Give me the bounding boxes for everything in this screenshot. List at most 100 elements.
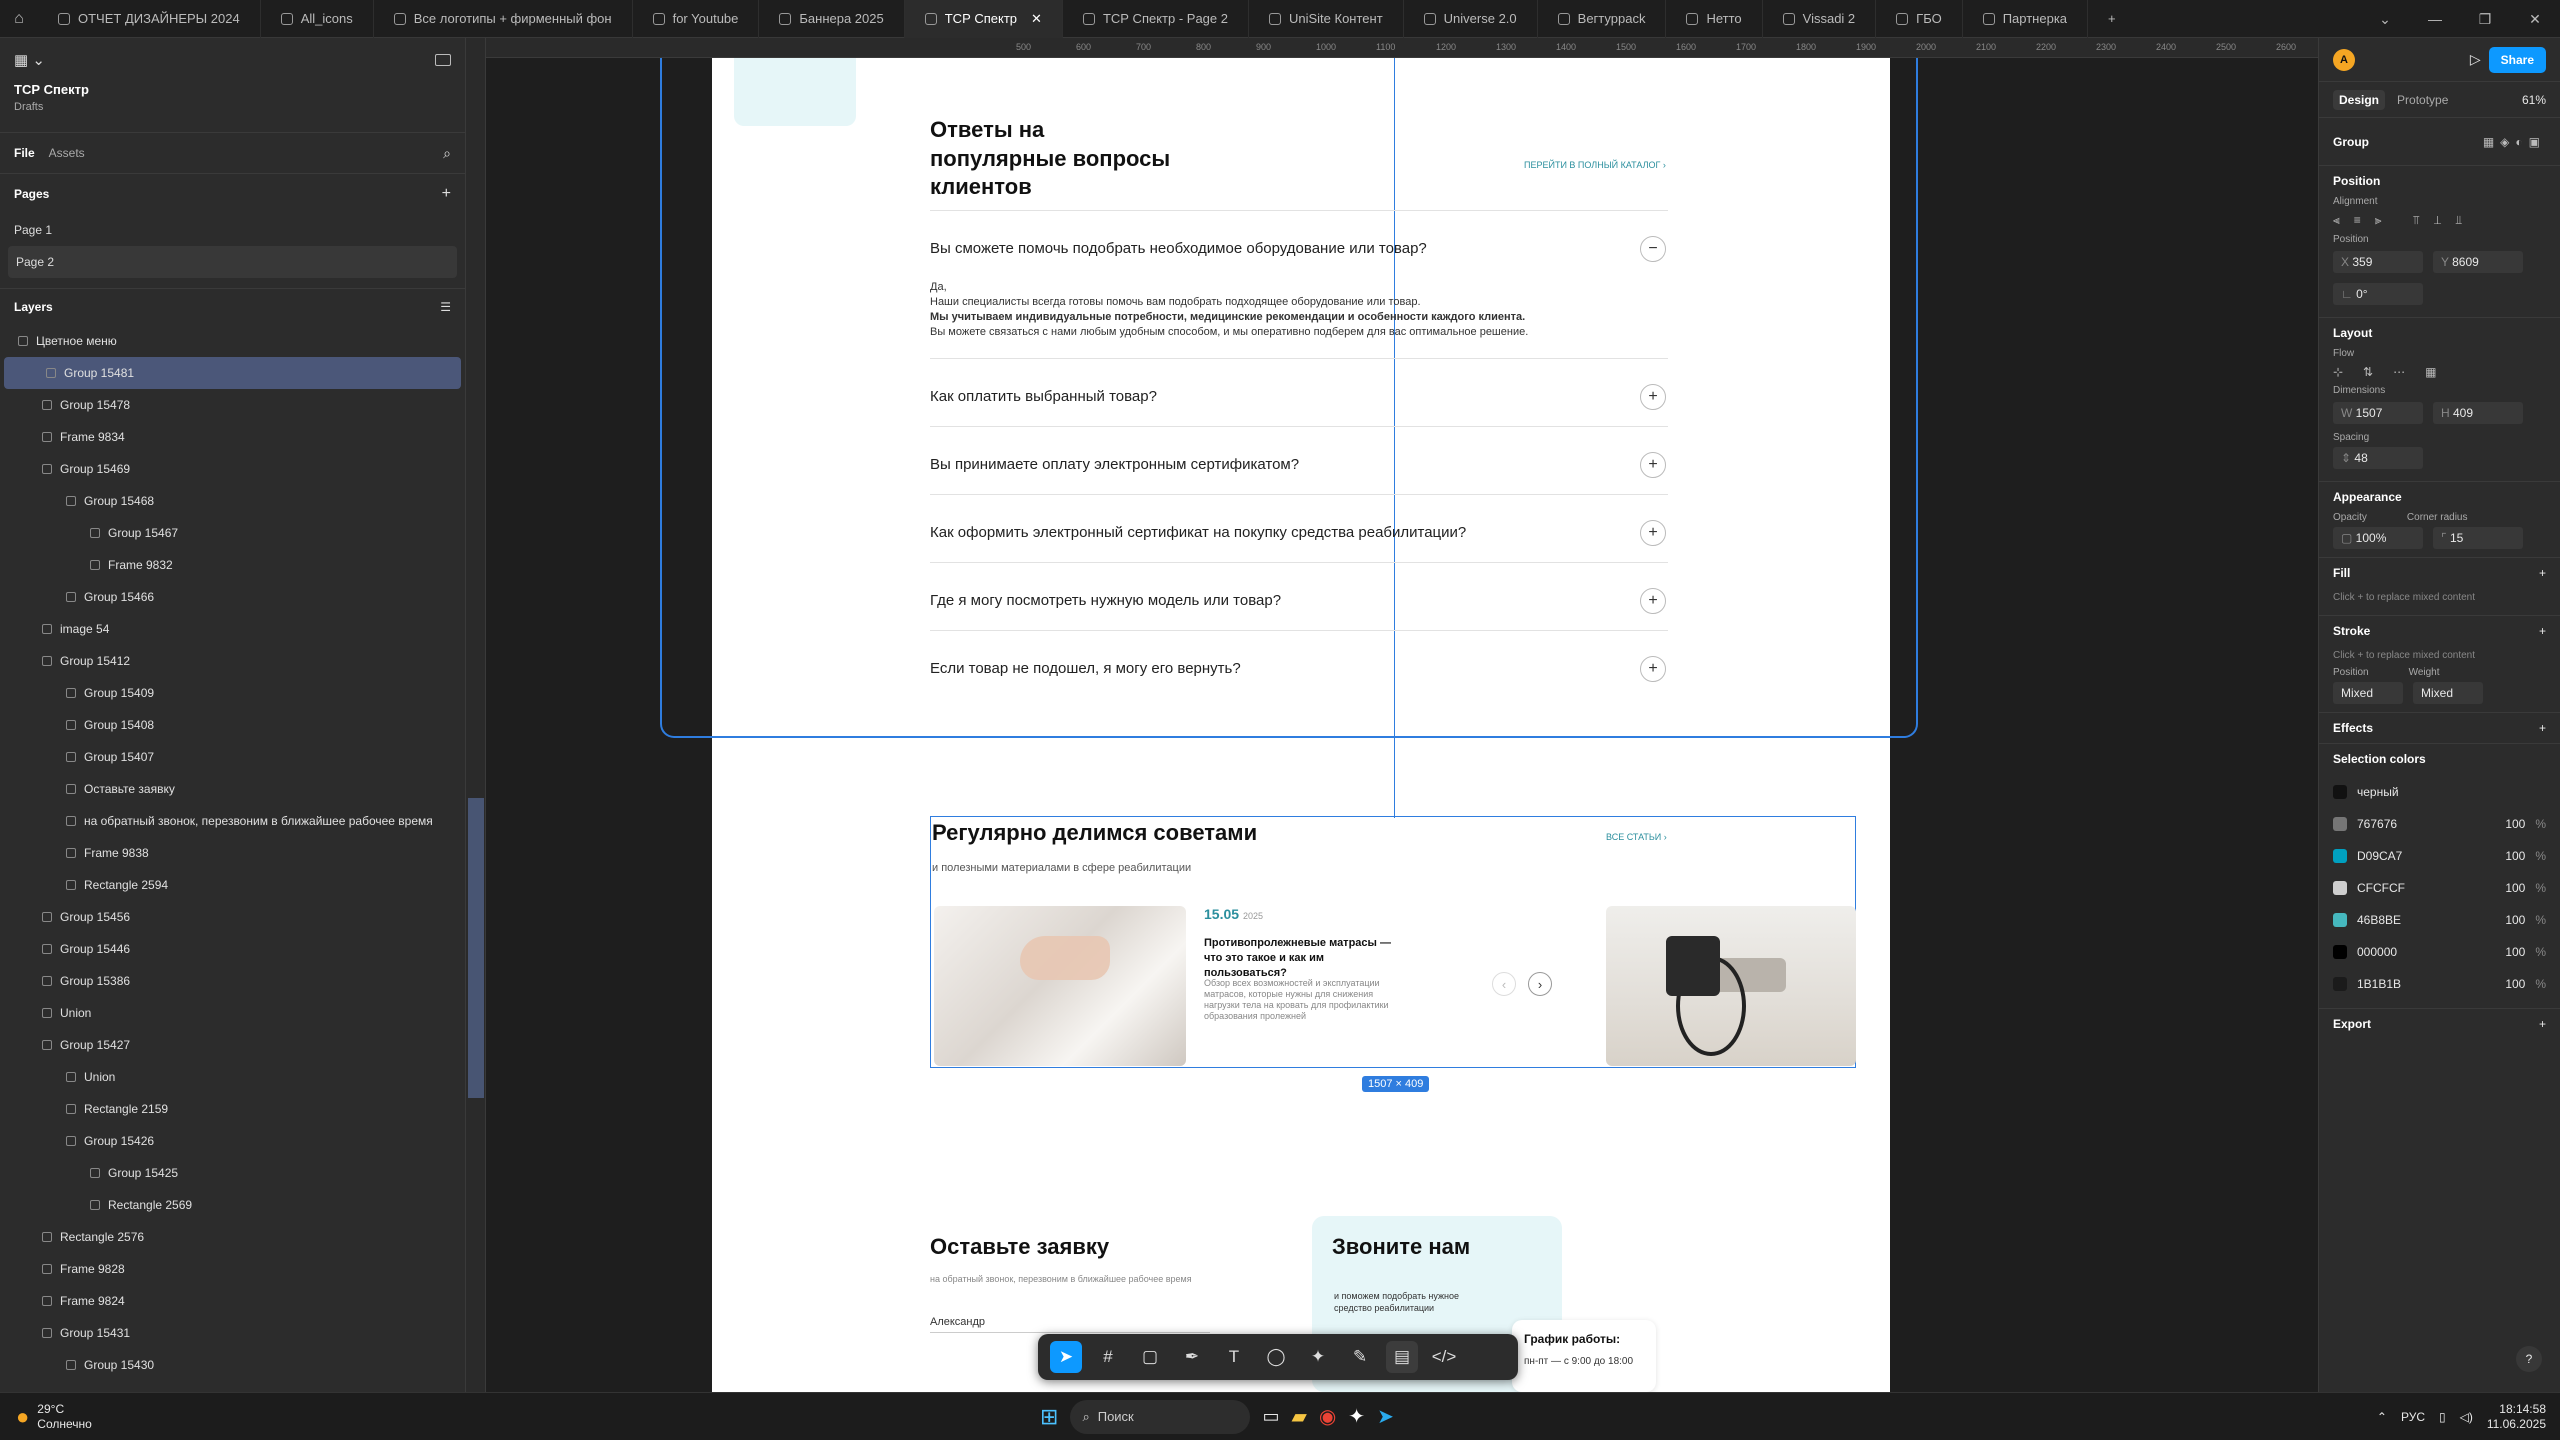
faq-question[interactable]: Как оплатить выбранный товар? <box>930 388 1157 405</box>
stroke-weight-field[interactable]: Mixed <box>2413 682 2483 704</box>
layer-item[interactable]: Group 15466 <box>0 581 465 613</box>
expand-icon[interactable]: + <box>1640 384 1666 410</box>
spacing-field[interactable]: ⇕ 48 <box>2333 447 2423 469</box>
chevron-down-icon[interactable]: ⌄ <box>2360 0 2410 38</box>
faq-question[interactable]: Где я могу посмотреть нужную модель или … <box>930 592 1281 609</box>
new-tab-button[interactable]: + <box>2088 0 2136 38</box>
y-field[interactable]: Y 8609 <box>2433 251 2523 273</box>
expand-icon[interactable]: + <box>1640 588 1666 614</box>
layer-item[interactable]: Group 15481 <box>4 357 461 389</box>
chrome-icon[interactable]: ◉ <box>1319 1404 1336 1429</box>
color-swatch[interactable] <box>2333 849 2347 863</box>
layer-item[interactable]: Group 15430 <box>0 1349 465 1381</box>
close-tab-icon[interactable]: ✕ <box>1031 11 1042 27</box>
color-swatch[interactable] <box>2333 913 2347 927</box>
selection-color-row[interactable]: 46B8BE 100% <box>2333 904 2546 936</box>
tray-chevron-icon[interactable]: ⌃ <box>2377 1410 2387 1424</box>
layer-item[interactable]: Group 15426 <box>0 1125 465 1157</box>
add-page-icon[interactable]: + <box>442 185 451 203</box>
color-swatch[interactable] <box>2333 785 2347 799</box>
layer-item[interactable]: Rectangle 2569 <box>0 1189 465 1221</box>
layer-item[interactable]: Group 15469 <box>0 453 465 485</box>
component-icons[interactable]: ▦◈◐▣ <box>2483 135 2546 149</box>
tab-design[interactable]: Design <box>2333 89 2386 110</box>
layers-options-icon[interactable]: ☰ <box>440 300 451 314</box>
tab-prototype[interactable]: Prototype <box>2397 93 2448 107</box>
maximize-icon[interactable]: ❐ <box>2460 0 2510 38</box>
layer-item[interactable]: Group 15456 <box>0 901 465 933</box>
expand-icon[interactable]: + <box>1640 656 1666 682</box>
layer-item[interactable]: Group 15446 <box>0 933 465 965</box>
color-swatch[interactable] <box>2333 945 2347 959</box>
taskbar-search[interactable]: ⌕ Поиск <box>1070 1399 1251 1434</box>
play-icon[interactable]: ▷ <box>2470 51 2481 68</box>
layer-item[interactable]: Rectangle 2159 <box>0 1093 465 1125</box>
layer-item[interactable]: Group 15478 <box>0 389 465 421</box>
layer-item[interactable]: Оставьте заявку <box>0 773 465 805</box>
layer-item[interactable]: Rectangle 2594 <box>0 869 465 901</box>
layer-type[interactable]: Group <box>2333 135 2369 149</box>
actions-tool-icon[interactable]: ✦ <box>1302 1341 1334 1373</box>
selection-color-row[interactable]: 767676 100% <box>2333 808 2546 840</box>
layer-item[interactable]: Group 15431 <box>0 1317 465 1349</box>
layer-item[interactable]: на обратный звонок, перезвоним в ближайш… <box>0 805 465 837</box>
stroke-position-select[interactable]: Mixed <box>2333 682 2403 704</box>
layer-item[interactable]: Group 15425 <box>0 1157 465 1189</box>
layer-item[interactable]: Group 15408 <box>0 709 465 741</box>
layer-item[interactable]: Frame 9832 <box>0 549 465 581</box>
layer-item[interactable]: Group 15427 <box>0 1029 465 1061</box>
layer-item[interactable]: Rectangle 2576 <box>0 1221 465 1253</box>
dev-mode-icon[interactable]: </> <box>1428 1341 1460 1373</box>
draw-mode-icon[interactable]: ✎ <box>1344 1341 1376 1373</box>
network-icon[interactable]: ▯ <box>2439 1410 2446 1424</box>
selection-color-row[interactable]: 000000 100% <box>2333 936 2546 968</box>
name-input[interactable]: Александр <box>930 1316 1210 1333</box>
tab-1[interactable]: All_icons <box>261 0 374 38</box>
add-stroke-icon[interactable]: + <box>2539 624 2546 638</box>
color-swatch[interactable] <box>2333 817 2347 831</box>
home-icon[interactable]: ⌂ <box>0 0 38 38</box>
tab-6[interactable]: ТСР Спектр - Page 2 <box>1063 0 1249 38</box>
volume-icon[interactable]: ◁) <box>2460 1410 2473 1424</box>
tab-assets[interactable]: Assets <box>49 146 85 160</box>
pen-tool-icon[interactable]: ✒ <box>1176 1341 1208 1373</box>
layer-item[interactable]: Group 15386 <box>0 965 465 997</box>
layer-item[interactable]: Frame 9824 <box>0 1285 465 1317</box>
search-icon[interactable]: ⌕ <box>443 145 451 162</box>
all-articles-link[interactable]: ВСЕ СТАТЬИ › <box>1606 832 1667 842</box>
canvas[interactable]: Ответы на популярные вопросы клиентов ПЕ… <box>486 58 2318 1392</box>
tab-3[interactable]: for Youtube <box>633 0 760 38</box>
layer-item[interactable]: Цветное меню <box>0 325 465 357</box>
page-item[interactable]: Page 1 <box>0 214 465 246</box>
layer-item[interactable]: Frame 9838 <box>0 837 465 869</box>
selection-color-row[interactable]: черный <box>2333 776 2546 808</box>
tab-10[interactable]: Нетто <box>1666 0 1763 38</box>
tab-0[interactable]: ОТЧЕТ ДИЗАЙНЕРЫ 2024 <box>38 0 261 38</box>
layer-item[interactable]: Group 15468 <box>0 485 465 517</box>
telegram-icon[interactable]: ➤ <box>1377 1404 1394 1429</box>
figma-icon[interactable]: ✦ <box>1348 1404 1365 1429</box>
main-menu-icon[interactable]: ▦ ⌄ <box>14 51 45 69</box>
tab-9[interactable]: Вегтурpack <box>1538 0 1667 38</box>
radius-field[interactable]: ⌜ 15 <box>2433 527 2523 549</box>
help-icon[interactable]: ? <box>2516 1346 2542 1372</box>
panel-toggle-icon[interactable] <box>435 54 451 66</box>
tab-8[interactable]: Universe 2.0 <box>1404 0 1538 38</box>
selection-color-row[interactable]: 1B1B1B 100% <box>2333 968 2546 1000</box>
language-indicator[interactable]: РУС <box>2401 1410 2425 1424</box>
rotation-field[interactable]: ∟ 0° <box>2333 283 2423 305</box>
faq-catalog-link[interactable]: ПЕРЕЙТИ В ПОЛНЫЙ КАТАЛОГ › <box>1524 160 1666 170</box>
tab-13[interactable]: Партнерка <box>1963 0 2089 38</box>
layer-item[interactable]: Group 15409 <box>0 677 465 709</box>
design-mode-icon[interactable]: ▤ <box>1386 1341 1418 1373</box>
layer-item[interactable]: Group 15412 <box>0 645 465 677</box>
faq-question[interactable]: Вы принимаете оплату электронным сертифи… <box>930 456 1299 473</box>
color-swatch[interactable] <box>2333 881 2347 895</box>
layer-item[interactable]: image 54 <box>0 613 465 645</box>
add-effect-icon[interactable]: + <box>2539 721 2546 735</box>
expand-icon[interactable]: + <box>1640 452 1666 478</box>
layer-item[interactable]: Group 15407 <box>0 741 465 773</box>
frame-tool-icon[interactable]: # <box>1092 1341 1124 1373</box>
next-arrow-icon[interactable]: › <box>1528 972 1552 996</box>
width-field[interactable]: W 1507 <box>2333 402 2423 424</box>
